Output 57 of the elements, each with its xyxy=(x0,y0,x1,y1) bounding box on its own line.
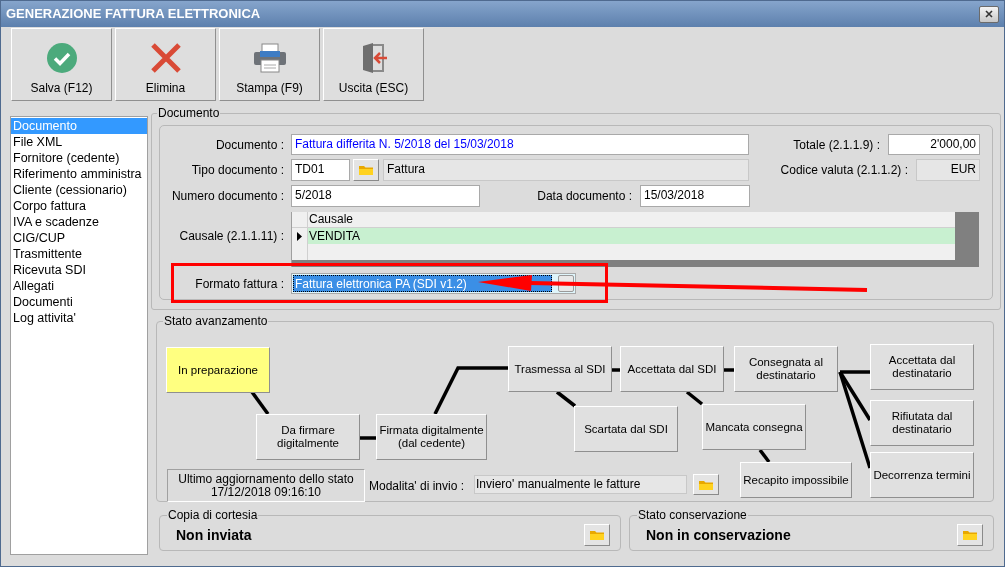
input-field[interactable]: 5/2018 xyxy=(291,185,480,207)
field-label: Modalita' di invio : xyxy=(369,478,464,495)
field-label: Codice valuta (2.1.1.2) : xyxy=(779,162,909,179)
sidebar-item[interactable]: Log attivita' xyxy=(11,310,147,326)
panel-title: Copia di cortesia xyxy=(167,507,259,524)
field-label: Tipo documento : xyxy=(190,162,285,179)
sidebar-item[interactable]: Allegati xyxy=(11,278,147,294)
sidebar-item[interactable]: Documenti xyxy=(11,294,147,310)
panel-title: Documento xyxy=(157,105,221,122)
sidebar-item[interactable]: Cliente (cessionario) xyxy=(11,182,147,198)
sidebar-item[interactable]: File XML xyxy=(11,134,147,150)
status-node: Rifiutata dal destinatario xyxy=(870,400,974,446)
sidebar-item[interactable]: Corpo fattura xyxy=(11,198,147,214)
sidebar-item[interactable]: Trasmittente xyxy=(11,246,147,262)
input-field[interactable]: 2'000,00 xyxy=(888,134,980,155)
status-node: Firmata digitalmente (dal cedente) xyxy=(376,414,487,460)
toolbar-button[interactable]: Stampa (F9) xyxy=(219,28,320,101)
status-value: Non in conservazione xyxy=(646,525,791,545)
field-label: Causale (2.1.1.11) : xyxy=(178,228,285,245)
toolbar-button[interactable]: Salva (F12) xyxy=(11,28,112,101)
sidebar-item[interactable]: IVA e scadenze xyxy=(11,214,147,230)
sidebar-item[interactable]: Ricevuta SDI xyxy=(11,262,147,278)
panel-title: Stato avanzamento xyxy=(163,313,269,330)
grid-cell: VENDITA xyxy=(308,228,361,244)
status-node: Decorrenza termini xyxy=(870,452,974,498)
sidebar-item[interactable]: Fornitore (cedente) xyxy=(11,150,147,166)
field-label: Data documento : xyxy=(536,188,633,205)
status-value: Non inviata xyxy=(176,525,252,545)
status-node: Accettata dal SDI xyxy=(620,346,724,392)
window-title: GENERAZIONE FATTURA ELETTRONICA xyxy=(6,5,261,24)
field-label: Formato fattura : xyxy=(194,275,285,293)
input-field[interactable]: Fattura xyxy=(383,159,749,181)
status-node: Mancata consegna xyxy=(702,404,806,450)
status-node: Trasmessa al SDI xyxy=(508,346,612,392)
input-field[interactable]: Inviero' manualmente le fatture xyxy=(474,475,687,494)
field-label: Numero documento : xyxy=(170,188,285,205)
sidebar-item[interactable]: CIG/CUP xyxy=(11,230,147,246)
input-field[interactable]: EUR xyxy=(916,159,980,181)
field-label: Totale (2.1.1.9) : xyxy=(792,136,881,154)
toolbar-button[interactable]: Uscita (ESC) xyxy=(323,28,424,101)
panel-title: Stato conservazione xyxy=(637,507,748,524)
status-node: Da firmare digitalmente xyxy=(256,414,360,460)
status-node: Consegnata al destinatario xyxy=(734,346,838,392)
input-field[interactable]: TD01 xyxy=(291,159,350,181)
update-time: 17/12/2018 09:16:10 xyxy=(210,485,322,499)
toolbar-button[interactable]: Elimina xyxy=(115,28,216,101)
update-label: Ultimo aggiornamento dello stato xyxy=(178,472,354,486)
sidebar-item[interactable]: Riferimento amministra xyxy=(11,166,147,182)
status-node: Scartata dal SDI xyxy=(574,406,678,452)
status-node: Recapito impossibile xyxy=(740,462,852,498)
input-field[interactable]: 15/03/2018 xyxy=(640,185,750,207)
column-header: Causale xyxy=(308,212,354,227)
grid-row[interactable]: VENDITA xyxy=(292,228,955,244)
input-field[interactable]: Fattura differita N. 5/2018 del 15/03/2018 xyxy=(291,134,749,155)
field-label: Documento : xyxy=(214,136,285,154)
status-node: In preparazione xyxy=(166,347,270,393)
status-node: Accettata dal destinatario xyxy=(870,344,974,390)
